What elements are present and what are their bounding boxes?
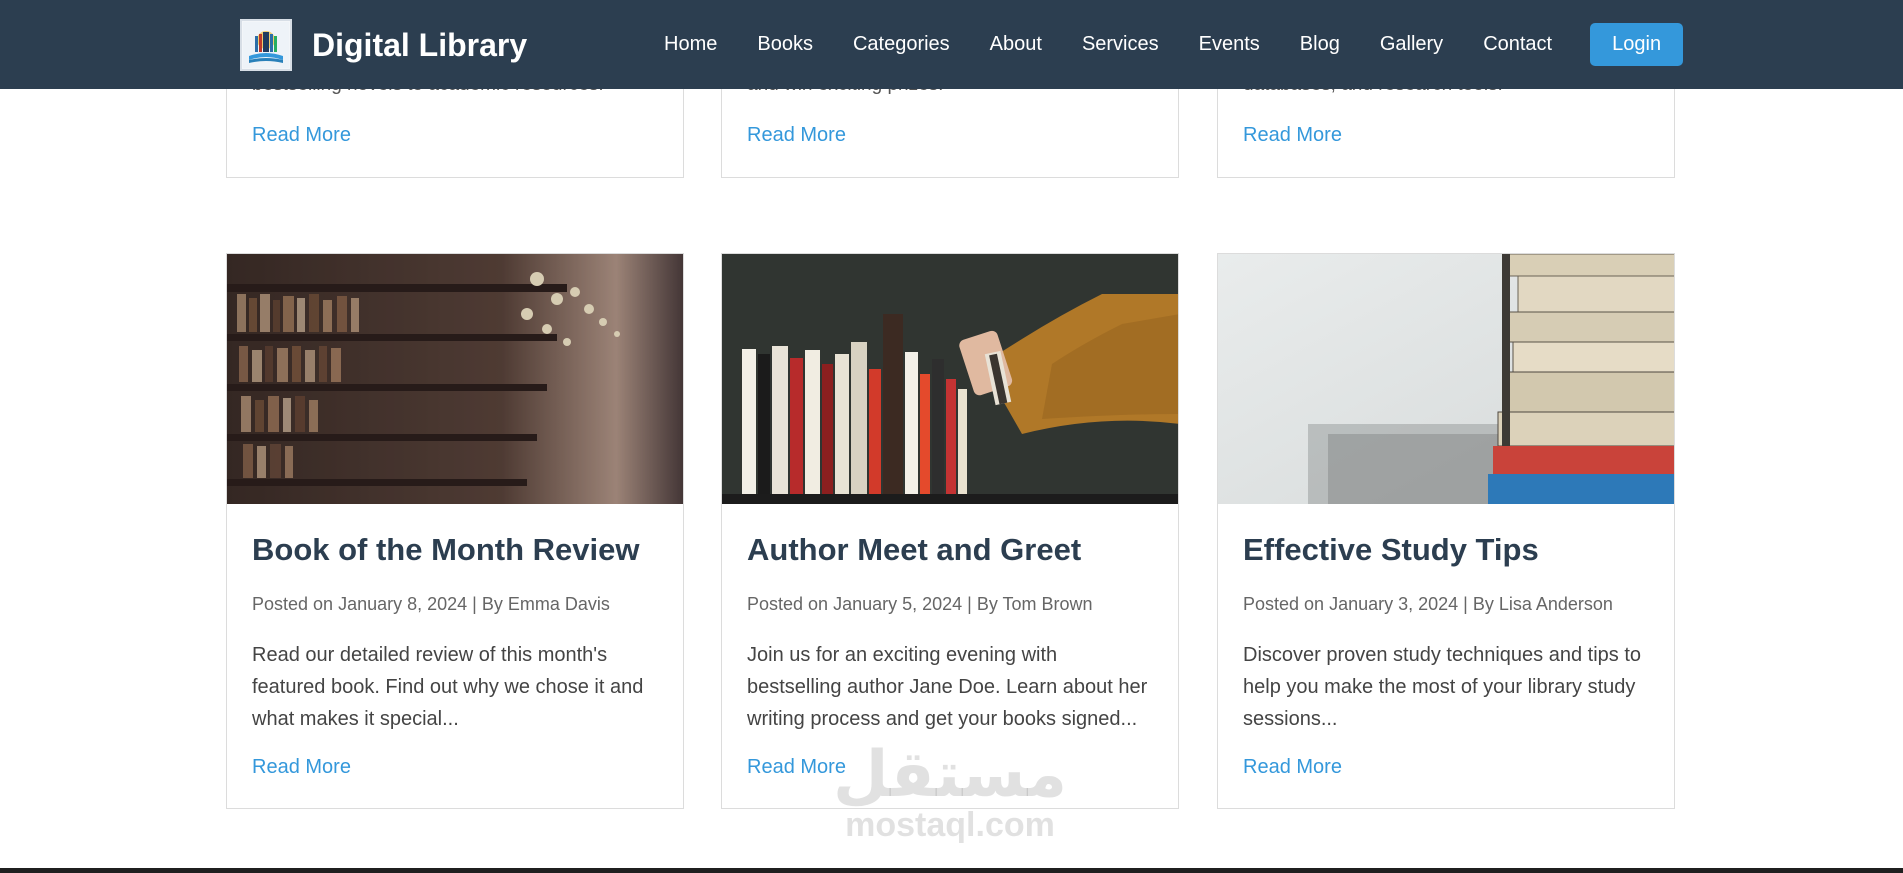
stacked-books-image[interactable] [1218, 254, 1675, 504]
brand-title[interactable]: Digital Library [312, 27, 527, 64]
library-logo-icon[interactable] [240, 19, 292, 71]
footer-edge [0, 868, 1903, 873]
post-excerpt: Read our detailed review of this month's… [252, 644, 644, 730]
nav-contact[interactable]: Contact [1483, 33, 1552, 56]
read-more-link[interactable]: Read More [1243, 756, 1342, 779]
read-more-link[interactable]: Read More [747, 756, 846, 779]
read-more-link[interactable]: Read More [252, 124, 351, 147]
post-excerpt: Discover proven study techniques and tip… [1243, 644, 1641, 730]
hand-picking-book-image[interactable] [722, 254, 1179, 504]
nav-services[interactable]: Services [1082, 33, 1159, 56]
post-meta: Posted on January 3, 2024 | By Lisa Ande… [1243, 594, 1613, 614]
nav-about[interactable]: About [990, 33, 1042, 56]
nav-events[interactable]: Events [1199, 33, 1260, 56]
post-excerpt: Join us for an exciting evening with bes… [747, 644, 1148, 730]
main-nav: Home Books Categories About Services Eve… [650, 23, 1684, 66]
nav-gallery[interactable]: Gallery [1380, 33, 1443, 56]
blog-card-book-of-the-month: Book of the Month Review Posted on Janua… [226, 253, 684, 809]
nav-categories[interactable]: Categories [853, 33, 950, 56]
read-more-link[interactable]: Read More [747, 124, 846, 147]
post-meta: Posted on January 5, 2024 | By Tom Brown [747, 594, 1093, 614]
read-more-link[interactable]: Read More [252, 756, 351, 779]
library-bookshelves-image[interactable] [227, 254, 684, 504]
site-header: Digital Library Home Books Categories Ab… [0, 0, 1903, 89]
brand[interactable]: Digital Library [240, 19, 527, 71]
post-title[interactable]: Book of the Month Review [252, 532, 640, 568]
post-meta: Posted on January 8, 2024 | By Emma Davi… [252, 594, 610, 614]
post-title[interactable]: Effective Study Tips [1243, 532, 1539, 568]
watermark-latin: mostaql.com [845, 806, 1055, 844]
nav-books[interactable]: Books [757, 33, 813, 56]
blog-card-author-meet: Author Meet and Greet Posted on January … [721, 253, 1179, 809]
blog-card-study-tips: Effective Study Tips Posted on January 3… [1217, 253, 1675, 809]
post-title[interactable]: Author Meet and Greet [747, 532, 1081, 568]
nav-home[interactable]: Home [664, 33, 717, 56]
login-button[interactable]: Login [1590, 23, 1684, 66]
read-more-link[interactable]: Read More [1243, 124, 1342, 147]
nav-blog[interactable]: Blog [1300, 33, 1340, 56]
